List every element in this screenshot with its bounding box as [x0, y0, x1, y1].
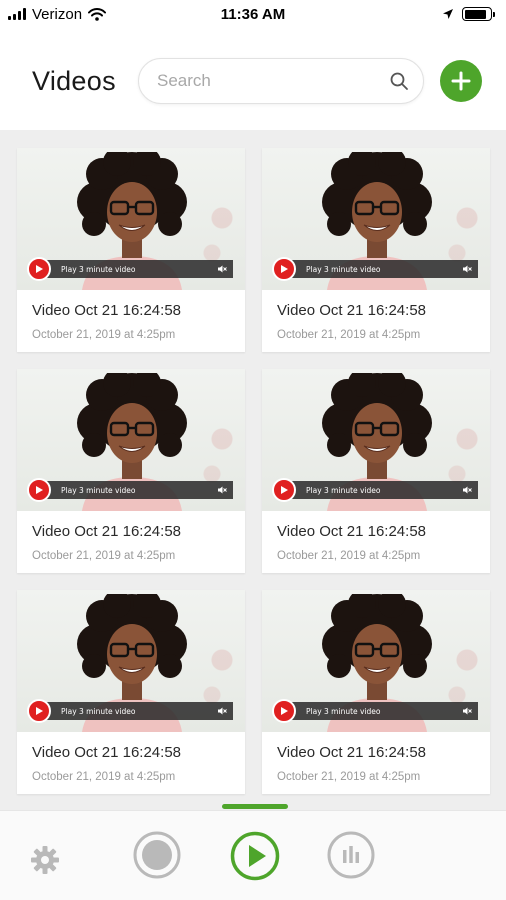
wifi-icon	[88, 7, 107, 21]
video-card-body: Video Oct 21 16:24:58 October 21, 2019 a…	[17, 290, 245, 341]
video-thumbnail[interactable]: Play 3 minute video	[17, 148, 245, 290]
video-card-body: Video Oct 21 16:24:58 October 21, 2019 a…	[17, 511, 245, 562]
video-card[interactable]: Play 3 minute video Video Oct 21 16:24:5…	[17, 590, 245, 794]
page-title: Videos	[32, 65, 116, 96]
play-label-bar[interactable]: Play 3 minute video	[292, 481, 478, 499]
video-date: October 21, 2019 at 4:25pm	[277, 329, 421, 341]
play-label-bar[interactable]: Play 3 minute video	[47, 702, 233, 720]
battery-icon	[462, 7, 495, 21]
video-card-body: Video Oct 21 16:24:58 October 21, 2019 a…	[262, 290, 490, 341]
status-left: Verizon	[8, 5, 107, 23]
play-label-bar[interactable]: Play 3 minute video	[47, 260, 233, 278]
play-overlay-label: Play 3 minute video	[306, 264, 381, 274]
video-date: October 21, 2019 at 4:25pm	[32, 550, 176, 562]
play-icon	[36, 486, 43, 494]
record-icon	[133, 831, 181, 879]
add-video-button[interactable]	[440, 60, 482, 102]
video-date: October 21, 2019 at 4:25pm	[32, 771, 176, 783]
video-title: Video Oct 21 16:24:58	[277, 302, 427, 319]
play-button[interactable]	[27, 699, 51, 723]
active-tab-indicator	[222, 804, 288, 809]
play-overlay[interactable]: Play 3 minute video	[27, 478, 233, 502]
video-thumbnail[interactable]: Play 3 minute video	[17, 590, 245, 732]
play-label-bar[interactable]: Play 3 minute video	[292, 260, 478, 278]
status-right	[442, 7, 495, 21]
video-thumbnail[interactable]: Play 3 minute video	[262, 590, 490, 732]
play-icon	[36, 265, 43, 273]
play-overlay-label: Play 3 minute video	[61, 485, 136, 495]
play-button[interactable]	[272, 478, 296, 502]
video-title: Video Oct 21 16:24:58	[32, 523, 182, 540]
video-card-body: Video Oct 21 16:24:58 October 21, 2019 a…	[262, 511, 490, 562]
status-time: 11:36 AM	[220, 5, 286, 23]
video-card[interactable]: Play 3 minute video Video Oct 21 16:24:5…	[262, 148, 490, 352]
play-button[interactable]	[272, 257, 296, 281]
video-thumbnail[interactable]: Play 3 minute video	[262, 369, 490, 511]
video-card[interactable]: Play 3 minute video Video Oct 21 16:24:5…	[262, 369, 490, 573]
tab-stats[interactable]	[327, 831, 375, 879]
search-input[interactable]	[157, 71, 389, 91]
mute-icon[interactable]	[462, 706, 472, 716]
video-grid: Play 3 minute video Video Oct 21 16:24:5…	[17, 148, 490, 794]
play-button[interactable]	[272, 699, 296, 723]
status-bar: Verizon 11:36 AM	[0, 0, 506, 28]
video-date: October 21, 2019 at 4:25pm	[32, 329, 176, 341]
play-overlay-label: Play 3 minute video	[61, 706, 136, 716]
play-overlay[interactable]: Play 3 minute video	[27, 699, 233, 723]
video-card[interactable]: Play 3 minute video Video Oct 21 16:24:5…	[17, 148, 245, 352]
play-label-bar[interactable]: Play 3 minute video	[292, 702, 478, 720]
search-box[interactable]	[138, 58, 424, 104]
video-title: Video Oct 21 16:24:58	[32, 302, 182, 319]
video-title: Video Oct 21 16:24:58	[32, 744, 182, 761]
header: Videos	[0, 52, 506, 110]
gear-icon	[31, 846, 59, 874]
play-overlay[interactable]: Play 3 minute video	[272, 257, 478, 281]
play-overlay-label: Play 3 minute video	[306, 485, 381, 495]
battery-fill	[464, 9, 486, 19]
plus-icon	[451, 71, 471, 91]
location-arrow-icon	[443, 9, 453, 19]
play-icon	[281, 707, 288, 715]
mute-icon[interactable]	[217, 264, 227, 274]
video-thumbnail[interactable]: Play 3 minute video	[262, 148, 490, 290]
play-overlay-label: Play 3 minute video	[61, 264, 136, 274]
play-overlay[interactable]: Play 3 minute video	[272, 699, 478, 723]
play-button[interactable]	[27, 257, 51, 281]
mute-icon[interactable]	[462, 485, 472, 495]
signal-icon	[8, 8, 26, 20]
video-thumbnail[interactable]: Play 3 minute video	[17, 369, 245, 511]
play-icon	[36, 707, 43, 715]
video-title: Video Oct 21 16:24:58	[277, 523, 427, 540]
tab-videos[interactable]	[230, 831, 280, 881]
video-date: October 21, 2019 at 4:25pm	[277, 771, 421, 783]
mute-icon[interactable]	[217, 706, 227, 716]
tab-bar	[0, 804, 506, 900]
bar-chart-icon	[327, 831, 375, 879]
play-icon	[230, 831, 280, 881]
play-overlay[interactable]: Play 3 minute video	[27, 257, 233, 281]
play-overlay[interactable]: Play 3 minute video	[272, 478, 478, 502]
video-title: Video Oct 21 16:24:58	[277, 744, 427, 761]
mute-icon[interactable]	[462, 264, 472, 274]
search-icon[interactable]	[389, 71, 409, 91]
play-overlay-label: Play 3 minute video	[306, 706, 381, 716]
video-date: October 21, 2019 at 4:25pm	[277, 550, 421, 562]
carrier-name: Verizon	[32, 5, 83, 23]
video-card-body: Video Oct 21 16:24:58 October 21, 2019 a…	[17, 732, 245, 783]
mute-icon[interactable]	[217, 485, 227, 495]
video-card-body: Video Oct 21 16:24:58 October 21, 2019 a…	[262, 732, 490, 783]
play-icon	[281, 265, 288, 273]
tab-settings[interactable]	[26, 841, 64, 879]
video-card[interactable]: Play 3 minute video Video Oct 21 16:24:5…	[17, 369, 245, 573]
play-button[interactable]	[27, 478, 51, 502]
tab-record[interactable]	[133, 831, 181, 879]
play-label-bar[interactable]: Play 3 minute video	[47, 481, 233, 499]
video-card[interactable]: Play 3 minute video Video Oct 21 16:24:5…	[262, 590, 490, 794]
play-icon	[281, 486, 288, 494]
video-grid-area[interactable]: Play 3 minute video Video Oct 21 16:24:5…	[0, 130, 506, 810]
